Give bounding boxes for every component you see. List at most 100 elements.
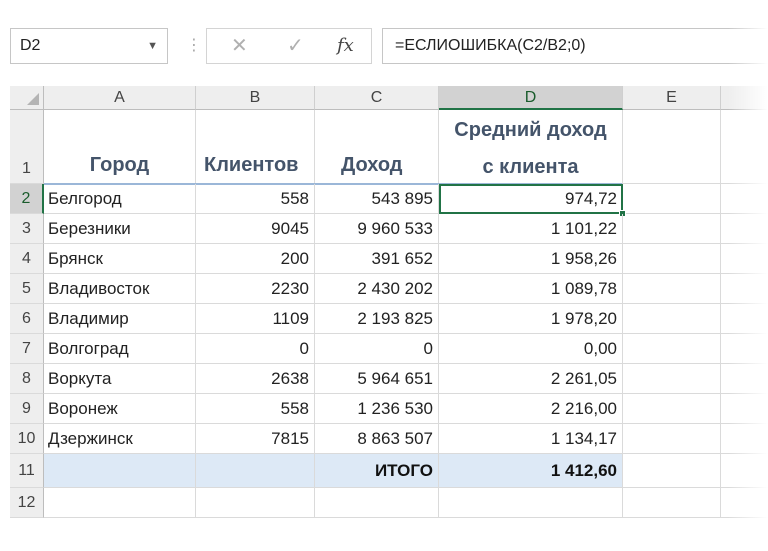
city-cell[interactable]: Дзержинск <box>44 424 196 454</box>
header-cell-avg[interactable]: Средний доход с клиента <box>439 110 623 184</box>
city-cell[interactable]: Белгород <box>44 184 196 214</box>
empty-cell[interactable] <box>623 364 721 394</box>
row-number[interactable]: 6 <box>10 304 44 334</box>
row-number[interactable]: 9 <box>10 394 44 424</box>
cell-b12[interactable] <box>196 488 315 518</box>
row-number[interactable]: 8 <box>10 364 44 394</box>
empty-cell[interactable] <box>721 334 768 364</box>
income-cell[interactable]: 2 430 202 <box>315 274 439 304</box>
avg-cell[interactable]: 0,00 <box>439 334 623 364</box>
clients-cell[interactable]: 558 <box>196 394 315 424</box>
cell-d12[interactable] <box>439 488 623 518</box>
total-cell-a[interactable] <box>44 454 196 488</box>
income-cell[interactable]: 543 895 <box>315 184 439 214</box>
insert-function-icon[interactable]: fx <box>337 29 354 63</box>
empty-cell[interactable] <box>623 274 721 304</box>
city-cell[interactable]: Воронеж <box>44 394 196 424</box>
city-cell[interactable]: Волгоград <box>44 334 196 364</box>
cell-c12[interactable] <box>315 488 439 518</box>
select-all-corner[interactable] <box>10 86 44 110</box>
income-cell[interactable]: 2 193 825 <box>315 304 439 334</box>
income-cell[interactable]: 0 <box>315 334 439 364</box>
avg-cell[interactable]: 1 134,17 <box>439 424 623 454</box>
cell-e1[interactable] <box>623 110 721 184</box>
total-value[interactable]: 1 412,60 <box>439 454 623 488</box>
avg-cell[interactable]: 1 089,78 <box>439 274 623 304</box>
clients-cell[interactable]: 2638 <box>196 364 315 394</box>
cell-e11[interactable] <box>623 454 721 488</box>
empty-cell[interactable] <box>623 244 721 274</box>
empty-cell[interactable] <box>721 184 768 214</box>
empty-cell[interactable] <box>623 424 721 454</box>
name-box-value: D2 <box>20 37 41 54</box>
cancel-icon[interactable]: ✕ <box>231 29 248 63</box>
empty-cell[interactable] <box>721 244 768 274</box>
row-number[interactable]: 3 <box>10 214 44 244</box>
city-cell[interactable]: Березники <box>44 214 196 244</box>
cell-f12[interactable] <box>721 488 768 518</box>
cell-f1[interactable] <box>721 110 768 184</box>
empty-cell[interactable] <box>623 214 721 244</box>
empty-cell[interactable] <box>623 304 721 334</box>
row-number[interactable]: 10 <box>10 424 44 454</box>
column-header-e[interactable]: E <box>623 86 721 110</box>
avg-cell[interactable]: 1 958,26 <box>439 244 623 274</box>
city-cell[interactable]: Воркута <box>44 364 196 394</box>
income-cell[interactable]: 1 236 530 <box>315 394 439 424</box>
empty-cell[interactable] <box>623 334 721 364</box>
active-cell[interactable]: 974,72 <box>439 184 626 217</box>
row-number[interactable]: 7 <box>10 334 44 364</box>
cell-f11[interactable] <box>721 454 768 488</box>
name-box[interactable]: D2 ▼ <box>10 28 168 64</box>
city-cell[interactable]: Владимир <box>44 304 196 334</box>
empty-cell[interactable] <box>721 274 768 304</box>
clients-cell[interactable]: 9045 <box>196 214 315 244</box>
income-cell[interactable]: 5 964 651 <box>315 364 439 394</box>
clients-cell[interactable]: 558 <box>196 184 315 214</box>
clients-cell[interactable]: 200 <box>196 244 315 274</box>
column-header-c[interactable]: C <box>315 86 439 110</box>
row-number[interactable]: 4 <box>10 244 44 274</box>
empty-cell[interactable] <box>721 424 768 454</box>
empty-cell[interactable] <box>721 364 768 394</box>
row-number[interactable]: 12 <box>10 488 44 518</box>
column-header-f[interactable] <box>721 86 768 110</box>
header-cell-clients[interactable]: Клиентов <box>196 110 315 184</box>
empty-cell[interactable] <box>623 394 721 424</box>
row-number[interactable]: 1 <box>10 110 44 184</box>
avg-cell[interactable]: 2 261,05 <box>439 364 623 394</box>
formula-input[interactable]: =ЕСЛИОШИБКА(C2/B2;0) <box>382 28 768 64</box>
empty-cell[interactable] <box>721 304 768 334</box>
avg-cell[interactable]: 2 216,00 <box>439 394 623 424</box>
row-number[interactable]: 2 <box>10 184 44 214</box>
enter-icon[interactable]: ✓ <box>287 29 304 63</box>
cell-a12[interactable] <box>44 488 196 518</box>
row-number[interactable]: 11 <box>10 454 44 488</box>
column-header-a[interactable]: A <box>44 86 196 110</box>
income-cell[interactable]: 9 960 533 <box>315 214 439 244</box>
income-cell[interactable]: 391 652 <box>315 244 439 274</box>
header-cell-city[interactable]: Город <box>44 110 196 184</box>
chevron-down-icon[interactable]: ▼ <box>147 29 158 63</box>
row-number[interactable]: 5 <box>10 274 44 304</box>
empty-cell[interactable] <box>721 394 768 424</box>
header-cell-income[interactable]: Доход <box>315 110 439 184</box>
empty-cell[interactable] <box>721 214 768 244</box>
clients-cell[interactable]: 7815 <box>196 424 315 454</box>
column-header-b[interactable]: B <box>196 86 315 110</box>
city-cell[interactable]: Владивосток <box>44 274 196 304</box>
income-cell[interactable]: 8 863 507 <box>315 424 439 454</box>
total-cell-b[interactable] <box>196 454 315 488</box>
total-label[interactable]: ИТОГО <box>315 454 439 488</box>
column-header-d[interactable]: D <box>439 86 623 110</box>
avg-cell[interactable]: 1 978,20 <box>439 304 623 334</box>
empty-cell[interactable] <box>623 184 721 214</box>
clients-cell[interactable]: 1109 <box>196 304 315 334</box>
clients-cell[interactable]: 2230 <box>196 274 315 304</box>
avg-value: 1 134,17 <box>550 429 617 448</box>
city-cell[interactable]: Брянск <box>44 244 196 274</box>
drag-handle-icon[interactable]: ⋮ <box>186 34 202 58</box>
avg-cell[interactable]: 1 101,22 <box>439 214 623 244</box>
clients-cell[interactable]: 0 <box>196 334 315 364</box>
cell-e12[interactable] <box>623 488 721 518</box>
